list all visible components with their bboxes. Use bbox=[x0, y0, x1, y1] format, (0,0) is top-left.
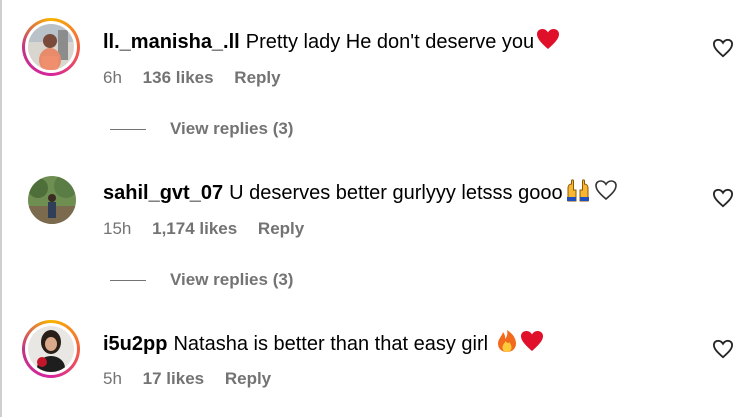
reply-button[interactable]: Reply bbox=[225, 369, 271, 388]
comment-username[interactable]: i5u2pp bbox=[103, 333, 167, 356]
like-heart-icon[interactable] bbox=[712, 38, 734, 58]
comment-item: ll._manisha_.ll Pretty lady He don't des… bbox=[0, 0, 751, 100]
white-heart-emoji-icon bbox=[593, 179, 619, 207]
comment-item: sahil_gvt_07 U deserves better gurlyyy l… bbox=[0, 150, 751, 250]
view-replies-button[interactable]: View replies (3) bbox=[110, 119, 293, 139]
comment-text: Pretty lady He don't deserve you bbox=[245, 30, 535, 53]
avatar-photo bbox=[28, 176, 76, 224]
comment-text: Natasha is better than that easy girl bbox=[173, 332, 489, 355]
comment-likes[interactable]: 17 likes bbox=[143, 369, 204, 388]
avatar-photo bbox=[28, 24, 74, 70]
view-replies-dash bbox=[110, 128, 146, 130]
like-heart-icon[interactable] bbox=[712, 339, 734, 359]
view-replies-dash bbox=[110, 279, 146, 281]
like-heart-icon[interactable] bbox=[712, 188, 734, 208]
comment-time: 6h bbox=[103, 68, 122, 87]
reply-button[interactable]: Reply bbox=[258, 219, 304, 238]
comment-likes[interactable]: 1,174 likes bbox=[152, 219, 237, 238]
fire-emoji-icon bbox=[496, 329, 518, 359]
comment-text: U deserves better gurlyyy letsss gooo bbox=[229, 181, 563, 204]
red-heart-emoji-icon bbox=[536, 28, 560, 56]
avatar-photo bbox=[28, 326, 74, 372]
comment-meta: 5h 17 likes Reply bbox=[103, 369, 287, 389]
view-replies-label: View replies (3) bbox=[170, 119, 294, 138]
comment-username[interactable]: ll._manisha_.ll bbox=[103, 31, 240, 54]
comment-meta: 6h 136 likes Reply bbox=[103, 68, 297, 88]
red-heart-emoji-icon bbox=[520, 330, 544, 358]
raising-hands-emoji-icon bbox=[565, 178, 591, 208]
view-replies-label: View replies (3) bbox=[170, 270, 294, 289]
comment-item: i5u2pp Natasha is better than that easy … bbox=[0, 300, 751, 400]
avatar[interactable] bbox=[22, 18, 80, 76]
comment-likes[interactable]: 136 likes bbox=[143, 68, 214, 87]
view-replies-button[interactable]: View replies (3) bbox=[110, 270, 293, 290]
avatar[interactable] bbox=[22, 320, 80, 378]
reply-button[interactable]: Reply bbox=[234, 68, 280, 87]
comment-time: 15h bbox=[103, 219, 132, 238]
avatar[interactable] bbox=[28, 176, 76, 224]
comment-meta: 15h 1,174 likes Reply bbox=[103, 219, 320, 239]
comment-time: 5h bbox=[103, 369, 122, 388]
comment-username[interactable]: sahil_gvt_07 bbox=[103, 182, 223, 205]
